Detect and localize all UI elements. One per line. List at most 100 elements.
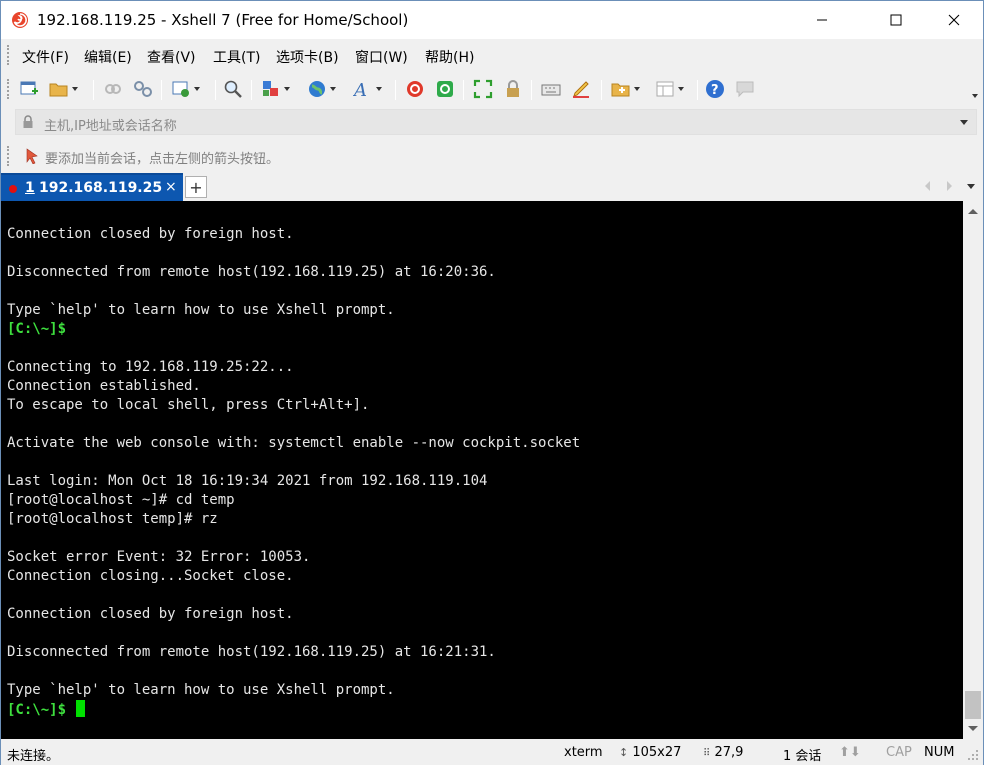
num-lock-indicator: NUM <box>924 745 955 760</box>
disconnect-icon[interactable] <box>133 78 153 100</box>
address-bar[interactable]: 主机,IP地址或会话名称 <box>15 109 977 135</box>
keyboard-icon[interactable] <box>541 78 561 100</box>
toolbar-separator <box>395 80 396 100</box>
new-session-icon[interactable] <box>19 78 39 100</box>
minimize-button[interactable] <box>799 1 845 39</box>
hint-bar: 要添加当前会话，点击左侧的箭头按钮。 <box>1 141 983 171</box>
tab-number: 1 <box>25 180 35 196</box>
layout-icon[interactable] <box>655 78 684 100</box>
chat-icon[interactable] <box>735 78 757 100</box>
toolbar-separator <box>161 80 162 100</box>
terminal-line-text: [root@localhost ~]# cd temp <box>7 492 235 508</box>
caps-lock-indicator: CAP <box>886 745 912 760</box>
copy-paste-icon[interactable] <box>261 78 290 100</box>
chevron-down-icon[interactable] <box>634 87 640 91</box>
menu-view[interactable]: 查看(V) <box>147 47 196 67</box>
terminal-line: Type `help' to learn how to use Xshell p… <box>7 681 580 700</box>
chevron-down-icon[interactable] <box>960 120 968 125</box>
tab-list-dropdown-icon[interactable] <box>967 184 975 189</box>
tab-label: 192.168.119.25 <box>39 180 163 196</box>
terminal-line: Activate the web console with: systemctl… <box>7 434 580 453</box>
open-folder-icon[interactable] <box>49 78 78 100</box>
tab-close-icon[interactable]: × <box>165 179 177 195</box>
lock-icon[interactable] <box>503 78 523 100</box>
help-icon[interactable]: ? <box>705 78 725 100</box>
hintbar-grip[interactable] <box>7 146 11 166</box>
chevron-down-icon[interactable] <box>972 94 978 98</box>
search-icon[interactable] <box>223 78 243 100</box>
highlight-icon[interactable] <box>571 78 591 100</box>
session-tab[interactable]: 1 192.168.119.25 × <box>1 173 183 201</box>
terminal-line: Connection closed by foreign host. <box>7 605 580 624</box>
terminal-line: [root@localhost temp]# rz <box>7 510 580 529</box>
add-tab-button[interactable]: + <box>185 176 207 198</box>
local-prompt: [C:\~]$ <box>7 321 67 337</box>
chevron-down-icon[interactable] <box>284 87 290 91</box>
new-folder-icon[interactable] <box>611 78 640 100</box>
lock-icon <box>22 115 34 133</box>
terminal-type: xterm <box>564 745 603 760</box>
reconnect-icon[interactable] <box>103 78 123 100</box>
terminal-line-text: Type `help' to learn how to use Xshell p… <box>7 302 395 318</box>
scroll-thumb[interactable] <box>965 691 981 719</box>
menu-file[interactable]: 文件(F) <box>22 47 69 67</box>
properties-icon[interactable] <box>171 78 200 100</box>
terminal-line-text: Type `help' to learn how to use Xshell p… <box>7 682 395 698</box>
chevron-down-icon[interactable] <box>678 87 684 91</box>
size-grip-icon[interactable] <box>967 749 979 765</box>
terminal-line: Connection closing...Socket close. <box>7 567 580 586</box>
xftp-icon[interactable] <box>405 78 425 100</box>
toolbar-separator <box>93 80 94 100</box>
terminal-line: Connection closed by foreign host. <box>7 225 580 244</box>
menu-tabs[interactable]: 选项卡(B) <box>276 47 339 67</box>
address-input[interactable]: 主机,IP地址或会话名称 <box>44 115 177 134</box>
terminal-line-text: Connection closed by foreign host. <box>7 606 294 622</box>
terminal-line: Socket error Event: 32 Error: 10053. <box>7 548 580 567</box>
chevron-down-icon[interactable] <box>330 87 336 91</box>
svg-text:A: A <box>353 80 367 99</box>
terminal-line-text: Connection closing...Socket close. <box>7 568 294 584</box>
menu-window[interactable]: 窗口(W) <box>355 47 408 67</box>
scroll-up-icon[interactable] <box>968 209 978 214</box>
terminal-line-text: Connection closed by foreign host. <box>7 226 294 242</box>
font-icon[interactable]: A <box>353 78 382 100</box>
cursor-position: ⠿ 27,9 <box>703 745 743 760</box>
toolbar-separator <box>697 80 698 100</box>
toolbar-grip[interactable] <box>7 79 11 99</box>
toolbar-overflow-arrow[interactable] <box>969 85 978 107</box>
toolbar-separator <box>251 80 252 100</box>
maximize-button[interactable] <box>873 1 919 39</box>
fullscreen-icon[interactable] <box>473 78 493 100</box>
terminal-line: Disconnected from remote host(192.168.11… <box>7 263 580 282</box>
globe-icon[interactable] <box>307 78 336 100</box>
menu-tools[interactable]: 工具(T) <box>213 47 260 67</box>
add-session-arrow-icon[interactable] <box>25 148 39 168</box>
close-button[interactable] <box>931 1 977 39</box>
terminal-scrollbar[interactable] <box>963 201 983 739</box>
chevron-down-icon[interactable] <box>72 87 78 91</box>
toolbar: A ? <box>1 71 983 107</box>
terminal-line: [C:\~]$ <box>7 700 580 719</box>
tab-scroll-left-icon[interactable] <box>925 181 930 191</box>
chevron-down-icon[interactable] <box>194 87 200 91</box>
terminal-line: Connection established. <box>7 377 580 396</box>
terminal-area[interactable]: Connection closed by foreign host. Discon… <box>1 201 963 739</box>
menu-edit[interactable]: 编辑(E) <box>84 47 132 67</box>
terminal-output[interactable]: Connection closed by foreign host. Discon… <box>7 225 580 719</box>
tab-scroll-right-icon[interactable] <box>947 181 952 191</box>
session-nav-arrows-icon[interactable]: ⬆⬇ <box>839 745 861 760</box>
terminal-line-text: Socket error Event: 32 Error: 10053. <box>7 549 311 565</box>
session-count: 1 会话 <box>783 749 822 764</box>
menu-help[interactable]: 帮助(H) <box>425 47 474 67</box>
chevron-down-icon[interactable] <box>376 87 382 91</box>
menubar-grip[interactable] <box>7 45 11 65</box>
scroll-down-icon[interactable] <box>968 726 978 731</box>
terminal-cursor <box>76 700 86 717</box>
terminal-line-text: To escape to local shell, press Ctrl+Alt… <box>7 397 370 413</box>
xshell-green-icon[interactable] <box>435 78 455 100</box>
